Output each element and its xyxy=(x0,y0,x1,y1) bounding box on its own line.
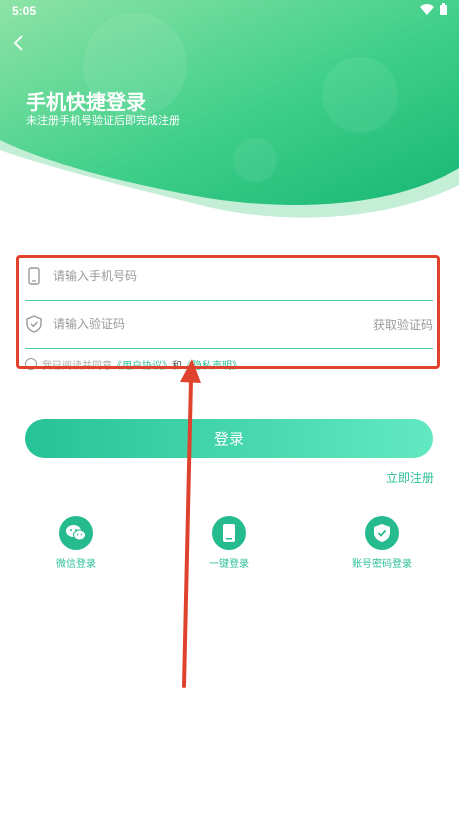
password-login[interactable]: 账号密码登录 xyxy=(332,516,432,570)
one-click-login-label: 一键登录 xyxy=(209,559,249,570)
shield-check-icon xyxy=(374,524,390,542)
password-login-label: 账号密码登录 xyxy=(352,559,412,570)
wechat-login-circle xyxy=(59,516,93,550)
status-time: 5:05 xyxy=(12,4,37,18)
one-click-login[interactable]: 一键登录 xyxy=(179,516,279,570)
highlight-box xyxy=(16,255,440,369)
login-button[interactable]: 登录 xyxy=(25,419,433,458)
battery-icon xyxy=(440,3,447,15)
wechat-login[interactable]: 微信登录 xyxy=(26,516,126,570)
phone-icon xyxy=(223,524,235,542)
page-title: 手机快捷登录 xyxy=(26,90,146,114)
register-link[interactable]: 立即注册 xyxy=(386,469,434,486)
wifi-icon xyxy=(420,3,434,15)
page-subtitle: 未注册手机号验证后即完成注册 xyxy=(26,114,180,127)
password-login-circle xyxy=(365,516,399,550)
chevron-left-icon[interactable] xyxy=(10,32,28,54)
status-bar: 5:05 xyxy=(0,0,459,22)
one-click-login-circle xyxy=(212,516,246,550)
wechat-login-label: 微信登录 xyxy=(56,559,96,570)
wechat-icon xyxy=(66,525,86,541)
